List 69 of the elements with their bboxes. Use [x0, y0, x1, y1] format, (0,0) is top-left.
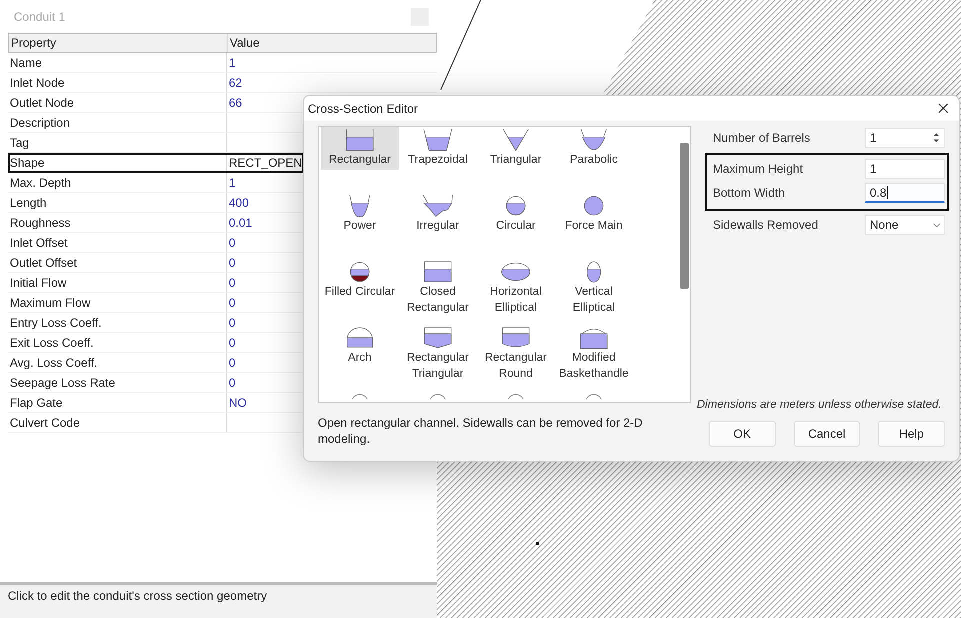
- shape-option[interactable]: Rectangular: [321, 127, 399, 170]
- property-row[interactable]: Name 1: [8, 53, 437, 73]
- property-name: Flap Gate: [9, 396, 64, 410]
- shape-option[interactable]: Modified Baskethandle: [555, 325, 633, 391]
- shape-option[interactable]: Triangular: [477, 127, 555, 193]
- cross-section-icon: [420, 194, 456, 218]
- property-name: Shape: [9, 156, 46, 170]
- property-value: 0: [229, 256, 236, 270]
- property-value: 0: [229, 236, 236, 250]
- property-value: 0: [229, 336, 236, 350]
- input-field[interactable]: 1: [865, 159, 945, 179]
- property-value: 0: [229, 316, 236, 330]
- close-icon[interactable]: [938, 103, 949, 114]
- property-value: 0: [229, 376, 236, 390]
- dialog-button[interactable]: OK: [709, 421, 776, 447]
- property-name: Initial Flow: [9, 276, 68, 290]
- property-name: Inlet Offset: [9, 236, 69, 250]
- dialog-button[interactable]: Cancel: [794, 421, 860, 447]
- property-value: 1: [229, 176, 236, 190]
- column-header: Property: [10, 36, 58, 50]
- property-name: Roughness: [9, 216, 72, 230]
- property-value: NO: [229, 396, 247, 410]
- panel-title: Conduit 1: [14, 10, 66, 24]
- property-name: Culvert Code: [9, 416, 82, 430]
- property-value: 0.01: [229, 216, 252, 230]
- property-value: 400: [229, 196, 250, 210]
- property-name: Maximum Flow: [9, 296, 92, 310]
- field-label: Maximum Height: [713, 162, 804, 176]
- units-note: Dimensions are meters unless otherwise stated.: [697, 399, 943, 411]
- input-field[interactable]: 0.8: [865, 183, 945, 203]
- property-name: Name: [9, 56, 44, 70]
- property-row[interactable]: Inlet Node 62: [8, 73, 437, 93]
- property-name: Outlet Offset: [9, 256, 78, 270]
- shape-option[interactable]: Vertical Elliptical: [555, 259, 633, 325]
- shape-option[interactable]: Force Main: [555, 193, 633, 259]
- property-value: 1: [229, 56, 236, 70]
- field-label: Bottom Width: [713, 186, 786, 200]
- property-name: Length: [9, 196, 48, 210]
- property-value: 0: [229, 356, 236, 370]
- property-name: Max. Depth: [9, 176, 72, 190]
- number-spinner[interactable]: 1: [865, 128, 945, 148]
- property-value: 66: [229, 96, 242, 110]
- field-label: Sidewalls Removed: [713, 218, 818, 232]
- property-name: Seepage Loss Rate: [9, 376, 116, 390]
- property-value: 62: [229, 76, 242, 90]
- chevron-down-icon: [933, 222, 941, 228]
- property-value: 0: [229, 296, 236, 310]
- scrollbar-thumb[interactable]: [680, 143, 689, 289]
- property-name: Tag: [9, 136, 30, 150]
- dialog-title: Cross-Section Editor: [308, 102, 418, 116]
- property-name: Inlet Node: [9, 76, 66, 90]
- column-header: Value: [227, 34, 436, 52]
- property-name: Outlet Node: [9, 96, 76, 110]
- property-value: RECT_OPEN: [229, 156, 302, 170]
- node-marker: [536, 542, 539, 545]
- property-name: Exit Loss Coeff.: [9, 336, 95, 350]
- property-name: Avg. Loss Coeff.: [9, 356, 99, 370]
- dialog-button[interactable]: Help: [878, 421, 946, 447]
- shape-option[interactable]: Circular: [477, 193, 555, 259]
- property-name: Description: [9, 116, 72, 130]
- property-name: Entry Loss Coeff.: [9, 316, 103, 330]
- field-label: Number of Barrels: [713, 131, 810, 145]
- property-value: 0: [229, 276, 236, 290]
- property-row[interactable]: Shape RECT_OPEN: [8, 153, 304, 173]
- status-text: Click to edit the conduit's cross section geometry: [8, 589, 268, 603]
- dropdown[interactable]: None: [865, 215, 945, 235]
- shape-option[interactable]: Rectangular Round: [477, 325, 555, 391]
- shape-option[interactable]: Parabolic: [555, 127, 633, 193]
- shape-option[interactable]: Horizontal Elliptical: [477, 259, 555, 325]
